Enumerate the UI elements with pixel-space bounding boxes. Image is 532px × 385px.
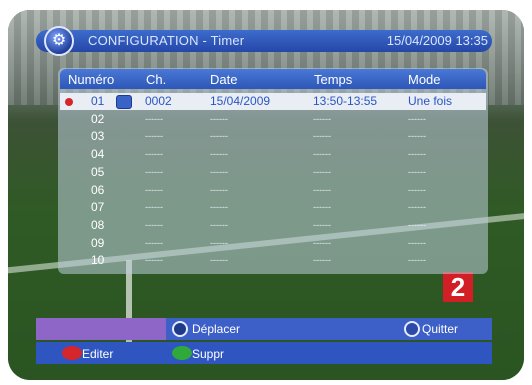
move-label: Déplacer (192, 322, 241, 336)
table-row[interactable]: 07 ------ ------ ------ ------ (60, 199, 486, 216)
cell-mode: ------ (408, 220, 426, 230)
table-row[interactable]: 06 ------ ------ ------ ------ (60, 182, 486, 199)
red-button-icon[interactable] (62, 346, 82, 360)
cell-mode: ------ (408, 114, 426, 124)
datetime: 15/04/2009 13:35 (386, 33, 488, 48)
cell-number: 05 (91, 165, 105, 179)
cell-number: 06 (91, 183, 105, 197)
cell-date: ------ (210, 220, 228, 230)
cell-channel: ------ (145, 238, 163, 248)
cell-date: ------ (210, 167, 228, 177)
cell-date: 15/04/2009 (210, 94, 271, 108)
cell-channel: ------ (145, 255, 163, 265)
tv-channel-icon (116, 95, 132, 109)
page-title: CONFIGURATION - Timer (88, 33, 245, 48)
cell-number: 02 (91, 112, 105, 126)
cell-time: ------ (313, 149, 331, 159)
record-icon (65, 98, 73, 106)
cell-number: 08 (91, 218, 105, 232)
cell-time: 13:50-13:55 (313, 94, 378, 108)
edit-button[interactable]: Editer (82, 347, 113, 361)
cell-mode: ------ (408, 255, 426, 265)
cell-mode: Une fois (408, 94, 453, 108)
configuration-icon: ⚙ (44, 26, 74, 56)
cell-number: 03 (91, 129, 105, 143)
cell-time: ------ (313, 167, 331, 177)
cell-date: ------ (210, 131, 228, 141)
cell-date: ------ (210, 149, 228, 159)
table-row[interactable]: 08 ------ ------ ------ ------ (60, 217, 486, 234)
cell-time: ------ (313, 255, 331, 265)
navigation-icon (172, 321, 188, 337)
cell-time: ------ (313, 202, 331, 212)
cell-time: ------ (313, 185, 331, 195)
cell-channel: ------ (145, 185, 163, 195)
cell-date: ------ (210, 114, 228, 124)
cell-mode: ------ (408, 131, 426, 141)
table-row[interactable]: 09 ------ ------ ------ ------ (60, 235, 486, 252)
cell-number: 01 (91, 94, 105, 108)
green-button-icon[interactable] (172, 346, 192, 360)
cell-time: ------ (313, 238, 331, 248)
cell-channel: ------ (145, 114, 163, 124)
table-row[interactable]: 04 ------ ------ ------ ------ (60, 146, 486, 163)
column-header-date: Date (210, 72, 238, 87)
cell-mode: ------ (408, 167, 426, 177)
cell-channel: 0002 (145, 94, 172, 108)
table-row[interactable]: 05 ------ ------ ------ ------ (60, 164, 486, 181)
cell-mode: ------ (408, 149, 426, 159)
column-header-mode: Mode (408, 72, 441, 87)
cell-date: ------ (210, 185, 228, 195)
cell-mode: ------ (408, 238, 426, 248)
cell-mode: ------ (408, 185, 426, 195)
cell-number: 07 (91, 200, 105, 214)
footer-accent (36, 318, 166, 340)
cell-date: ------ (210, 255, 228, 265)
cell-time: ------ (313, 220, 331, 230)
cell-number: 09 (91, 236, 105, 250)
exit-icon[interactable] (404, 321, 420, 337)
delete-button[interactable]: Suppr (192, 347, 224, 361)
cell-number: 04 (91, 147, 105, 161)
table-row[interactable]: 03 ------ ------ ------ ------ (60, 128, 486, 145)
cell-number: 10 (91, 253, 105, 267)
table-row[interactable]: 02 ------ ------ ------ ------ (60, 111, 486, 128)
cell-time: ------ (313, 114, 331, 124)
cell-channel: ------ (145, 131, 163, 141)
cell-channel: ------ (145, 220, 163, 230)
cell-mode: ------ (408, 202, 426, 212)
column-header-number: Numéro (68, 72, 115, 87)
table-row[interactable]: 10 ------ ------ ------ ------ (60, 252, 486, 269)
cell-time: ------ (313, 131, 331, 141)
column-header-time: Temps (314, 72, 353, 87)
column-header-channel: Ch. (146, 72, 167, 87)
cell-channel: ------ (145, 202, 163, 212)
cell-channel: ------ (145, 167, 163, 177)
cell-date: ------ (210, 238, 228, 248)
quit-button[interactable]: Quitter (422, 322, 458, 336)
cell-channel: ------ (145, 149, 163, 159)
channel-logo: 2 (443, 272, 473, 302)
cell-date: ------ (210, 202, 228, 212)
